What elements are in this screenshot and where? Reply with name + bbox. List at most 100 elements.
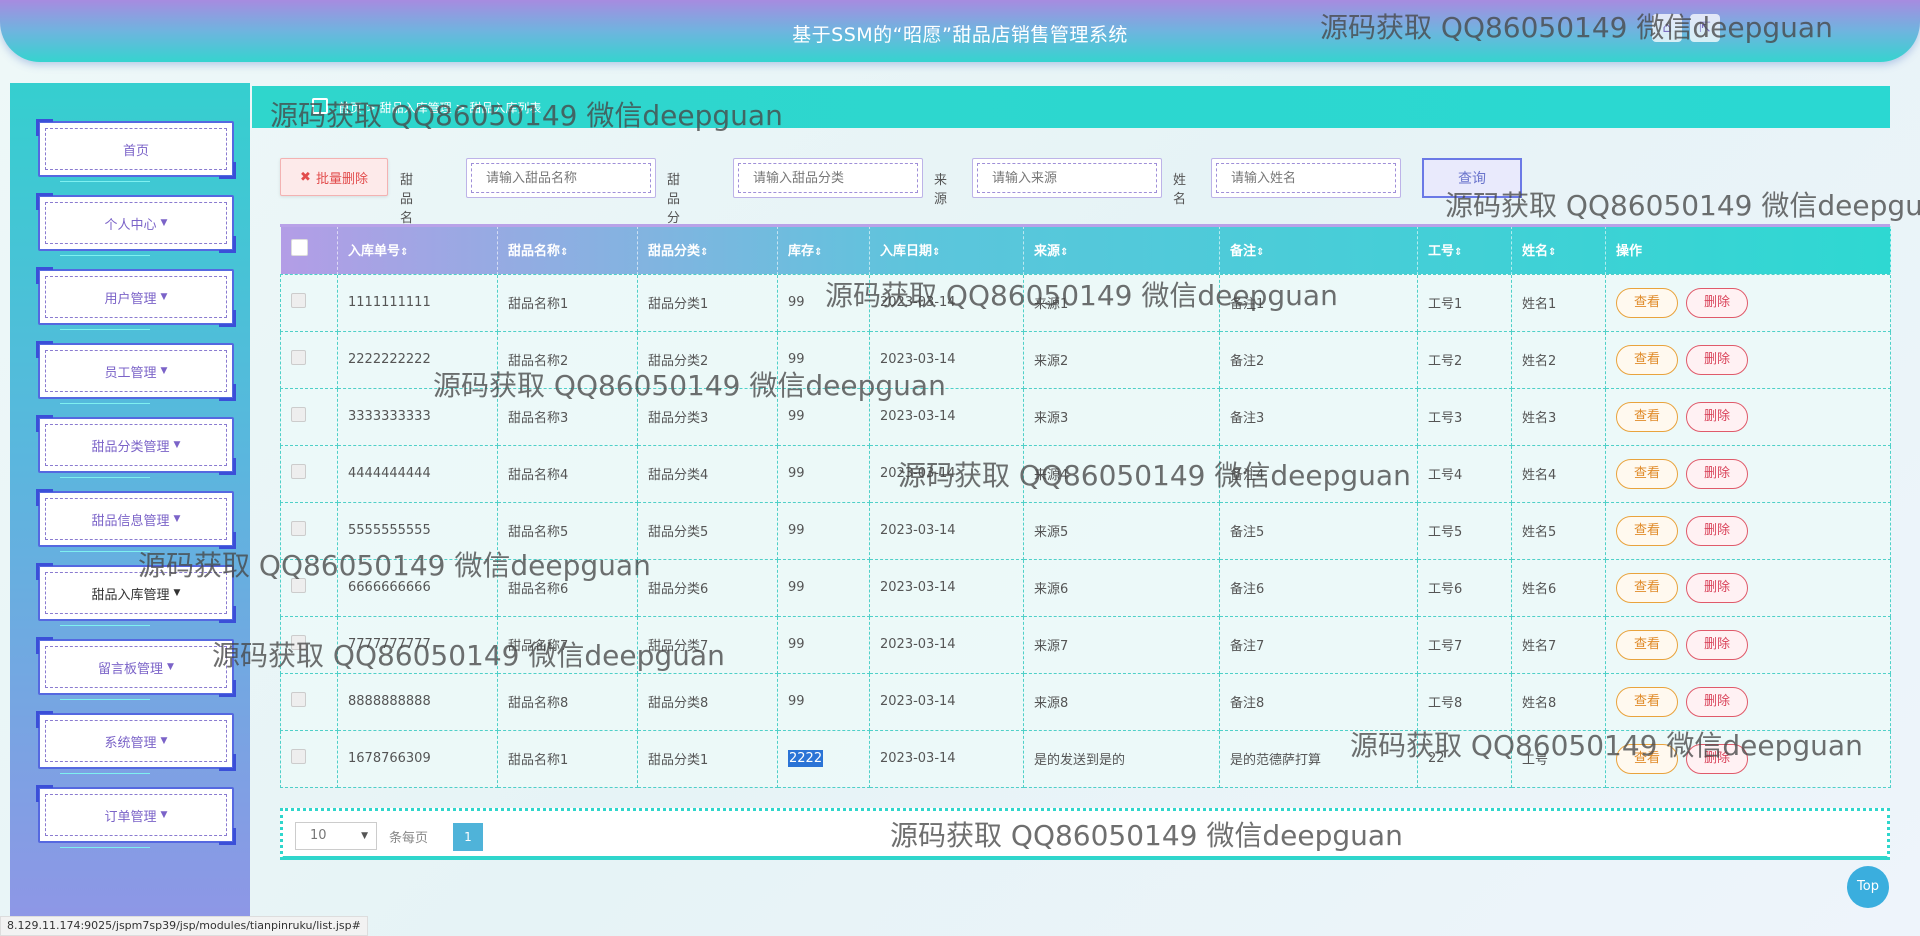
row-checkbox[interactable] bbox=[280, 330, 338, 389]
delete-button[interactable]: 删除 bbox=[1686, 629, 1748, 660]
column-header[interactable]: 入库单号⇕ bbox=[337, 226, 498, 274]
sidebar-item-0[interactable]: 首页 bbox=[36, 119, 236, 179]
table-cell: 2023-03-14 bbox=[869, 444, 1024, 503]
row-checkbox[interactable] bbox=[280, 672, 338, 731]
table-cell: 99 bbox=[777, 273, 870, 332]
view-button[interactable]: 查看 bbox=[1616, 743, 1678, 774]
batch-delete-button[interactable]: ✖ 批量删除 bbox=[280, 158, 388, 196]
cell-value: 工号8 bbox=[1428, 696, 1463, 711]
name-input[interactable]: 请输入姓名 bbox=[1211, 158, 1401, 198]
source-input[interactable]: 请输入来源 bbox=[972, 158, 1162, 198]
column-header[interactable]: 甜品分类⇕ bbox=[637, 226, 778, 274]
view-button[interactable]: 查看 bbox=[1616, 629, 1678, 660]
delete-button[interactable]: 删除 bbox=[1686, 515, 1748, 546]
view-button[interactable]: 查看 bbox=[1616, 572, 1678, 603]
row-checkbox[interactable] bbox=[280, 615, 338, 674]
select-all-checkbox[interactable] bbox=[280, 226, 338, 274]
view-button[interactable]: 查看 bbox=[1616, 515, 1678, 546]
delete-button[interactable]: 删除 bbox=[1686, 401, 1748, 432]
dessert-name-input[interactable]: 请输入甜品名称 bbox=[466, 158, 656, 198]
column-header[interactable]: 工号⇕ bbox=[1417, 226, 1512, 274]
view-button[interactable]: 查看 bbox=[1616, 401, 1678, 432]
sidebar-item-label: 留言板管理 bbox=[98, 661, 164, 677]
delete-button[interactable]: 删除 bbox=[1686, 458, 1748, 489]
column-header[interactable]: 甜品名称⇕ bbox=[497, 226, 638, 274]
sort-icon[interactable]: ⇕ bbox=[400, 247, 408, 258]
table-cell: 姓名2 bbox=[1511, 330, 1606, 389]
close-icon: ✖ bbox=[300, 169, 311, 185]
cell-value: 甜品名称5 bbox=[508, 525, 569, 540]
sort-icon[interactable]: ⇕ bbox=[1256, 247, 1264, 258]
page-size-select[interactable]: 10 ▼ bbox=[295, 822, 377, 850]
caret-down-icon: ▼ bbox=[173, 588, 181, 598]
delete-button[interactable]: 删除 bbox=[1686, 743, 1748, 774]
status-url: 8.129.11.174:9025/jspm7sp39/jsp/modules/… bbox=[0, 916, 368, 936]
column-header[interactable]: 备注⇕ bbox=[1219, 226, 1418, 274]
sidebar: 首页个人中心 ▼ 用户管理 ▼ 员工管理 ▼ 甜品分类管理 ▼ 甜品信息管理 ▼ 甜品入库管理 ▼ 留言… bbox=[10, 83, 250, 928]
dessert-category-input[interactable]: 请输入甜品分类 bbox=[733, 158, 923, 198]
sidebar-item-4[interactable]: 甜品分类管理 ▼ bbox=[36, 415, 236, 475]
caret-down-icon: ▼ bbox=[173, 440, 181, 450]
sort-icon[interactable]: ⇕ bbox=[932, 247, 940, 258]
table-cell: 姓名5 bbox=[1511, 501, 1606, 560]
delete-button[interactable]: 删除 bbox=[1686, 287, 1748, 318]
view-button[interactable]: 查看 bbox=[1616, 344, 1678, 375]
table-cell: 2222222222 bbox=[337, 330, 498, 389]
delete-button[interactable]: 删除 bbox=[1686, 572, 1748, 603]
sidebar-item-3[interactable]: 员工管理 ▼ bbox=[36, 341, 236, 401]
sidebar-item-1[interactable]: 个人中心 ▼ bbox=[36, 193, 236, 253]
sidebar-item-7[interactable]: 留言板管理 ▼ bbox=[36, 637, 236, 697]
view-button[interactable]: 查看 bbox=[1616, 686, 1678, 717]
actions-cell: 查看 删除 bbox=[1605, 330, 1891, 389]
sort-icon[interactable]: ⇕ bbox=[814, 247, 822, 258]
column-header[interactable]: 来源⇕ bbox=[1023, 226, 1220, 274]
caret-down-icon: ▼ bbox=[160, 736, 168, 746]
row-checkbox[interactable] bbox=[280, 387, 338, 446]
sidebar-item-9[interactable]: 订单管理 ▼ bbox=[36, 785, 236, 845]
logout-icon[interactable]: ⇱ bbox=[1690, 14, 1720, 42]
cell-value: 甜品名称7 bbox=[508, 639, 569, 654]
row-checkbox[interactable] bbox=[280, 729, 338, 788]
row-checkbox[interactable] bbox=[280, 501, 338, 560]
table-cell: 甜品分类8 bbox=[637, 672, 778, 731]
sort-icon[interactable]: ⇕ bbox=[1060, 247, 1068, 258]
column-header-label: 甜品分类 bbox=[648, 244, 701, 260]
home-icon[interactable]: ⌂ bbox=[1652, 14, 1682, 42]
sort-icon[interactable]: ⇕ bbox=[1454, 247, 1462, 258]
sidebar-item-inner: 首页 bbox=[45, 128, 227, 170]
delete-button[interactable]: 删除 bbox=[1686, 344, 1748, 375]
row-checkbox[interactable] bbox=[280, 444, 338, 503]
cell-value: 甜品名称1 bbox=[508, 753, 569, 768]
column-header[interactable]: 库存⇕ bbox=[777, 226, 870, 274]
column-header[interactable]: 姓名⇕ bbox=[1511, 226, 1606, 274]
table-top-line bbox=[280, 224, 1890, 227]
breadcrumb-text: 首页 > 甜品入库管理 > 甜品入库列表 bbox=[338, 100, 542, 115]
cell-value: 甜品名称3 bbox=[508, 411, 569, 426]
view-button[interactable]: 查看 bbox=[1616, 287, 1678, 318]
pagination: 10 ▼ 条每页 1 bbox=[280, 808, 1890, 860]
page-number-button[interactable]: 1 bbox=[453, 823, 483, 851]
row-checkbox[interactable] bbox=[280, 273, 338, 332]
sort-icon[interactable]: ⇕ bbox=[560, 247, 568, 258]
table-cell: 2023-03-14 bbox=[869, 672, 1024, 731]
sidebar-item-5[interactable]: 甜品信息管理 ▼ bbox=[36, 489, 236, 549]
table-cell: 工号2 bbox=[1417, 330, 1512, 389]
sidebar-item-6[interactable]: 甜品入库管理 ▼ bbox=[36, 563, 236, 623]
delete-button[interactable]: 删除 bbox=[1686, 686, 1748, 717]
back-to-top-button[interactable]: Top bbox=[1847, 866, 1889, 908]
row-checkbox[interactable] bbox=[280, 558, 338, 617]
cell-value: 工号2 bbox=[1428, 354, 1463, 369]
cell-value: 7777777777 bbox=[348, 637, 431, 652]
column-header[interactable]: 入库日期⇕ bbox=[869, 226, 1024, 274]
view-button[interactable]: 查看 bbox=[1616, 458, 1678, 489]
table-cell: 备注4 bbox=[1219, 444, 1418, 503]
sort-icon[interactable]: ⇕ bbox=[700, 247, 708, 258]
query-button[interactable]: 查询 bbox=[1422, 158, 1522, 198]
column-header-label: 操作 bbox=[1616, 244, 1643, 260]
cell-value: 甜品分类3 bbox=[648, 411, 709, 426]
cell-value: 甜品分类7 bbox=[648, 639, 709, 654]
sidebar-item-2[interactable]: 用户管理 ▼ bbox=[36, 267, 236, 327]
table-cell: 4444444444 bbox=[337, 444, 498, 503]
sort-icon[interactable]: ⇕ bbox=[1548, 247, 1556, 258]
sidebar-item-8[interactable]: 系统管理 ▼ bbox=[36, 711, 236, 771]
